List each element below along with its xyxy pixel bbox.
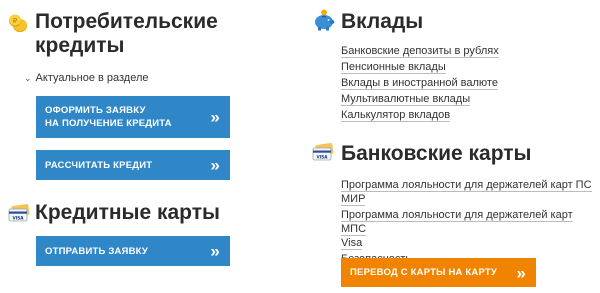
deposit-link-foreign[interactable]: Вклады в иностранной валюте (341, 76, 499, 90)
card-icon: VISA (8, 203, 30, 222)
bank-cards-links: Программа лояльности для держателей карт… (341, 178, 596, 266)
card-to-card-transfer-button[interactable]: ПЕРЕВОД С КАРТЫ НА КАРТУ » (341, 258, 536, 287)
apply-credit-label-line1: ОФОРМИТЬ ЗАЯВКУ (45, 105, 146, 116)
svg-text:VISA: VISA (12, 216, 24, 221)
loyalty-mir-label-line1: Программа лояльности для держателей карт… (341, 179, 592, 192)
double-chevron-right-icon: » (210, 241, 220, 261)
loyalty-mir-label-line2: МИР (341, 193, 366, 206)
send-application-button[interactable]: ОТПРАВИТЬ ЗАЯВКУ » (36, 236, 230, 266)
consumer-credit-title-line1: Потребительские (35, 10, 218, 33)
consumer-credit-title: Потребительские кредиты (35, 10, 218, 58)
deposit-link-multicurrency-label: Мультивалютные вклады (341, 93, 471, 106)
deposits-links: Банковские депозиты в рублях Пенсионные … (341, 44, 499, 122)
loyalty-mir-link[interactable]: Программа лояльности для держателей карт… (341, 178, 596, 206)
coins-icon: ₽ (8, 13, 28, 33)
deposit-link-rub-label: Банковские депозиты в рублях (341, 45, 499, 58)
current-in-section-label: Актуальное в разделе (35, 72, 149, 84)
loyalty-visa-label-line2: Visa (341, 237, 363, 250)
svg-text:VISA: VISA (316, 155, 328, 160)
credit-cards-title: Кредитные карты (35, 201, 220, 224)
card-icon: VISA (312, 142, 334, 161)
double-chevron-right-icon: » (516, 263, 526, 282)
card-to-card-transfer-label: ПЕРЕВОД С КАРТЫ НА КАРТУ (350, 267, 497, 278)
deposit-link-calculator[interactable]: Калькулятор вкладов (341, 108, 499, 122)
deposit-link-rub[interactable]: Банковские депозиты в рублях (341, 44, 499, 58)
deposit-link-pension-label: Пенсионные вклады (341, 61, 446, 74)
deposit-link-calculator-label: Калькулятор вкладов (341, 109, 451, 122)
chevron-down-icon: ⌄ (24, 73, 32, 83)
deposit-link-multicurrency[interactable]: Мультивалютные вклады (341, 92, 499, 106)
send-application-button-label: ОТПРАВИТЬ ЗАЯВКУ (45, 245, 148, 257)
bank-cards-title: Банковские карты (341, 142, 532, 165)
piggy-bank-icon (312, 8, 336, 32)
double-chevron-right-icon: » (210, 155, 220, 175)
current-in-section-link[interactable]: ⌄ Актуальное в разделе (24, 71, 149, 85)
calculate-credit-button[interactable]: РАССЧИТАТЬ КРЕДИТ » (36, 150, 230, 180)
double-chevron-right-icon: » (210, 107, 220, 127)
loyalty-visa-link[interactable]: Программа лояльности для держателей карт… (341, 208, 596, 250)
apply-credit-label-line2: НА ПОЛУЧЕНИЕ КРЕДИТА (45, 118, 172, 129)
calculate-credit-button-label: РАССЧИТАТЬ КРЕДИТ (45, 159, 153, 171)
loyalty-visa-label-line1: Программа лояльности для держателей карт… (341, 209, 573, 236)
svg-text:₽: ₽ (13, 17, 18, 25)
deposit-link-foreign-label: Вклады в иностранной валюте (341, 77, 498, 90)
apply-credit-button-label: ОФОРМИТЬ ЗАЯВКУ НА ПОЛУЧЕНИЕ КРЕДИТА (45, 104, 172, 130)
apply-credit-button[interactable]: ОФОРМИТЬ ЗАЯВКУ НА ПОЛУЧЕНИЕ КРЕДИТА » (36, 96, 230, 138)
deposits-title: Вклады (341, 10, 424, 33)
deposit-link-pension[interactable]: Пенсионные вклады (341, 60, 499, 74)
consumer-credit-title-line2: кредиты (35, 34, 125, 57)
